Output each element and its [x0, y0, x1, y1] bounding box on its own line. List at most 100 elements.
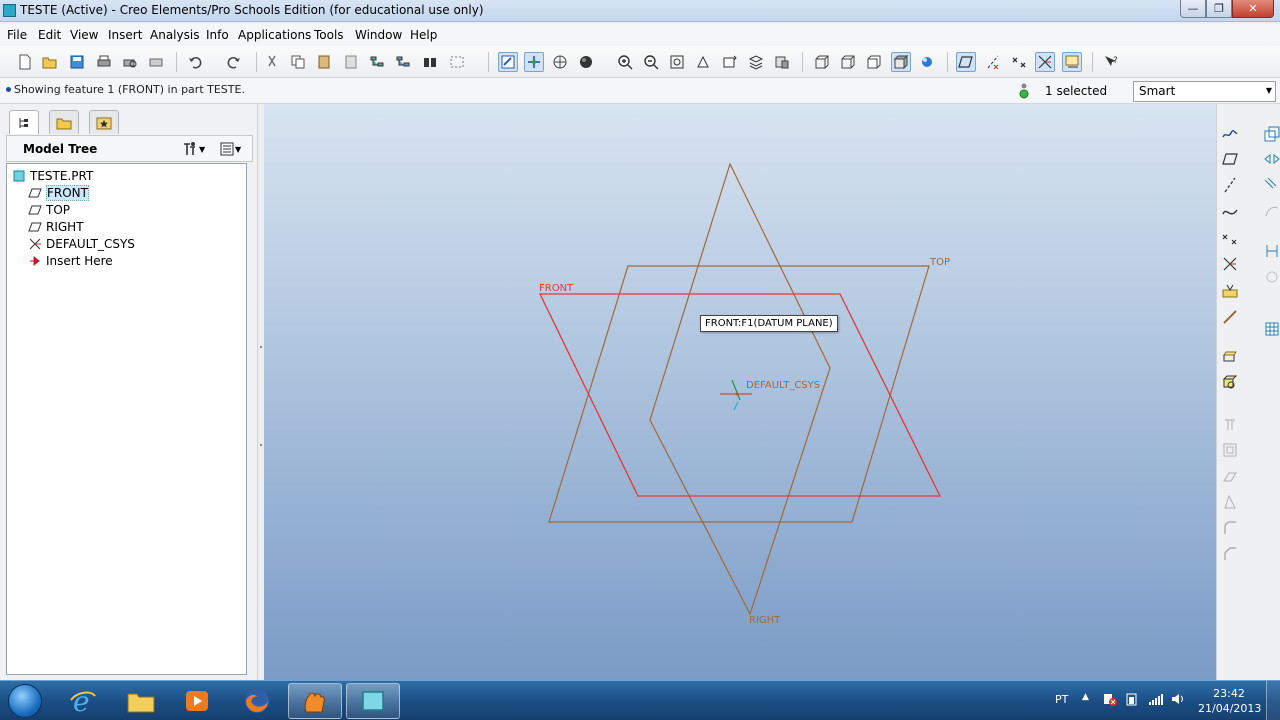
tree-node-front[interactable]: FRONT [27, 184, 89, 201]
wireframe-icon[interactable] [812, 52, 832, 72]
undo-icon[interactable] [185, 52, 205, 72]
cut-icon[interactable] [262, 52, 282, 72]
menu-window[interactable]: Window [355, 28, 402, 42]
panel-splitter[interactable] [257, 104, 264, 680]
csys-label[interactable]: DEFAULT_CSYS [746, 380, 820, 391]
copy-icon[interactable] [288, 52, 308, 72]
sketch-tool-icon[interactable] [1219, 124, 1241, 144]
find-icon[interactable] [420, 52, 440, 72]
front-plane-label[interactable]: FRONT [539, 283, 573, 294]
annotation-display-icon[interactable] [1062, 52, 1082, 72]
paste-special-icon[interactable] [341, 52, 361, 72]
saved-views-icon[interactable] [720, 52, 740, 72]
datum-planes-display-icon[interactable] [956, 52, 976, 72]
close-button[interactable]: ✕ [1232, 0, 1274, 18]
tree-columns-button[interactable]: ▼ [219, 140, 241, 158]
system-clock[interactable]: 23:42 21/04/2013 [1198, 686, 1261, 716]
zoom-in-icon[interactable] [615, 52, 635, 72]
battery-icon[interactable] [1124, 691, 1140, 710]
print-icon[interactable] [94, 52, 114, 72]
internet-explorer-icon[interactable]: e [56, 683, 110, 719]
display-style-icon[interactable] [577, 52, 597, 72]
hole-tool-icon[interactable] [1219, 414, 1241, 434]
analysis-tool-icon[interactable] [1219, 281, 1241, 301]
menu-edit[interactable]: Edit [38, 28, 61, 42]
send-icon[interactable] [146, 52, 166, 72]
datum-point-tool-icon[interactable] [1219, 228, 1241, 248]
extrude-tool-icon[interactable] [1219, 346, 1241, 366]
tree-node-right[interactable]: RIGHT [27, 218, 84, 235]
save-icon[interactable] [67, 52, 87, 72]
show-desktop-button[interactable] [1266, 681, 1280, 720]
draft-tool-icon[interactable] [1219, 492, 1241, 512]
redo-icon[interactable] [224, 52, 244, 72]
wifi-signal-icon[interactable] [1148, 691, 1164, 710]
menu-applications[interactable]: Applications [238, 28, 311, 42]
graphics-window[interactable]: FRONT TOP RIGHT DEFAULT_CSYS FRONT:F1(DA… [264, 104, 1216, 680]
datum-curve-tool-icon[interactable] [1219, 201, 1241, 221]
menu-info[interactable]: Info [206, 28, 229, 42]
datum-axis-tool-icon[interactable] [1219, 175, 1241, 195]
copy-geometry-icon[interactable] [1261, 124, 1280, 144]
zoom-out-icon[interactable] [641, 52, 661, 72]
tree-settings-button[interactable]: ▼ [181, 140, 205, 158]
top-plane-label[interactable]: TOP [930, 257, 950, 268]
round-tool-icon[interactable] [1219, 518, 1241, 538]
paste-icon[interactable] [314, 52, 334, 72]
menu-view[interactable]: View [70, 28, 98, 42]
tree-node-part[interactable]: TESTE.PRT [11, 167, 93, 184]
datum-points-display-icon[interactable] [1009, 52, 1029, 72]
menu-insert[interactable]: Insert [108, 28, 142, 42]
creo-window-icon[interactable] [346, 683, 400, 719]
offset-tool-icon[interactable] [1261, 175, 1280, 195]
regenerate-icon[interactable] [367, 52, 387, 72]
layers-icon[interactable] [746, 52, 766, 72]
action-center-icon[interactable] [1102, 691, 1118, 710]
firefox-icon[interactable] [230, 683, 284, 719]
repaint-icon[interactable] [498, 52, 518, 72]
menu-tools[interactable]: Tools [314, 28, 344, 42]
language-indicator[interactable]: PT [1055, 693, 1068, 706]
whats-this-icon[interactable]: ? [1101, 52, 1121, 72]
tree-node-top[interactable]: TOP [27, 201, 70, 218]
select-box-icon[interactable] [447, 52, 467, 72]
tree-node-csys[interactable]: DEFAULT_CSYS [27, 235, 135, 252]
favorites-tab[interactable] [89, 110, 119, 134]
new-file-icon[interactable] [15, 52, 35, 72]
open-folder-icon[interactable] [40, 52, 60, 72]
media-player-icon[interactable] [170, 683, 224, 719]
spin-center-icon[interactable] [524, 52, 544, 72]
selection-filter-select[interactable]: Smart ▼ [1133, 81, 1276, 102]
shading-icon[interactable] [891, 52, 911, 72]
volume-icon[interactable] [1170, 691, 1186, 710]
trim-tool-icon[interactable] [1261, 267, 1280, 287]
datum-axes-display-icon[interactable] [983, 52, 1003, 72]
csys-display-icon[interactable] [1035, 52, 1055, 72]
orient-mode-icon[interactable] [550, 52, 570, 72]
hidden-line-icon[interactable] [838, 52, 858, 72]
shell-tool-icon[interactable] [1219, 440, 1241, 460]
rib-tool-icon[interactable] [1219, 466, 1241, 486]
enhanced-realism-icon[interactable] [917, 52, 937, 72]
style-tool-icon[interactable] [1261, 201, 1280, 221]
revolve-tool-icon[interactable] [1219, 372, 1241, 392]
tree-node-insert-here[interactable]: Insert Here [27, 252, 113, 269]
merge-tool-icon[interactable] [1261, 241, 1280, 261]
no-hidden-icon[interactable] [864, 52, 884, 72]
show-hidden-icons-icon[interactable]: ▲ [1082, 692, 1089, 702]
menu-analysis[interactable]: Analysis [150, 28, 199, 42]
mirror-tool-icon[interactable] [1261, 149, 1280, 169]
model-tree-tab[interactable] [9, 110, 39, 134]
creo-launcher-icon[interactable] [288, 683, 342, 719]
menu-help[interactable]: Help [410, 28, 437, 42]
appearance-icon[interactable] [772, 52, 792, 72]
selection-count[interactable]: 1 selected [1045, 84, 1107, 98]
maximize-button[interactable]: ❐ [1206, 0, 1232, 18]
minimize-button[interactable]: — [1180, 0, 1206, 18]
refit-icon[interactable] [667, 52, 687, 72]
regenerate-manager-icon[interactable] [393, 52, 413, 72]
print-preview-icon[interactable] [120, 52, 140, 72]
folder-browser-tab[interactable] [49, 110, 79, 134]
reorient-icon[interactable] [693, 52, 713, 72]
pattern-table-icon[interactable] [1261, 319, 1280, 339]
